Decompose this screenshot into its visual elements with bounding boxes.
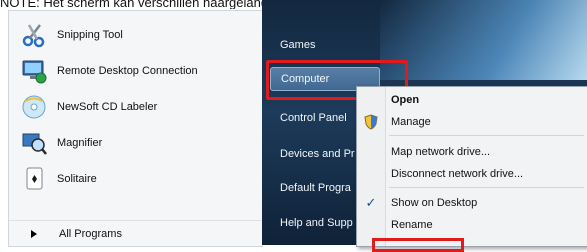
places-label: Default Progra — [280, 182, 351, 194]
menu-item-open[interactable]: Open — [357, 89, 587, 111]
cd-icon — [19, 92, 49, 122]
program-label: Snipping Tool — [57, 29, 123, 41]
start-menu: Snipping Tool Remote Desktop Connection — [0, 0, 587, 252]
remote-desktop-icon — [19, 56, 49, 86]
program-solitaire[interactable]: Solitaire — [9, 161, 263, 197]
places-label: Devices and Pr — [280, 148, 355, 160]
menu-item-label: Manage — [391, 116, 431, 128]
menu-item-label: Rename — [391, 219, 433, 231]
magnifier-icon — [19, 128, 49, 158]
playing-card-icon — [19, 164, 49, 194]
menu-item-label: Disconnect network drive... — [391, 168, 524, 180]
program-label: Solitaire — [57, 173, 97, 185]
menu-item-map-drive[interactable]: Map network drive... — [357, 141, 587, 163]
menu-item-manage[interactable]: Manage — [357, 111, 587, 133]
places-label: Control Panel — [280, 112, 347, 124]
menu-item-label: Show on Desktop — [391, 197, 478, 209]
triangle-right-icon — [31, 230, 37, 238]
program-label: Magnifier — [57, 137, 103, 149]
places-label: Help and Supp — [280, 217, 353, 229]
program-cd-labeler[interactable]: NewSoft CD Labeler — [9, 89, 263, 125]
programs-pane: Snipping Tool Remote Desktop Connection — [8, 10, 263, 247]
menu-item-disconnect-drive[interactable]: Disconnect network drive... — [357, 163, 587, 185]
menu-separator — [389, 187, 584, 188]
menu-item-show-on-desktop[interactable]: ✓ Show on Desktop — [357, 192, 587, 214]
places-item-games[interactable]: Games — [270, 33, 380, 57]
program-label: NewSoft CD Labeler — [57, 101, 158, 113]
all-programs-label: All Programs — [59, 228, 122, 240]
shield-icon — [363, 114, 379, 130]
highlight-box-properties — [372, 238, 464, 252]
program-remote-desktop[interactable]: Remote Desktop Connection — [9, 53, 263, 89]
menu-item-label: Open — [391, 94, 420, 106]
menu-separator — [389, 135, 584, 136]
program-label: Remote Desktop Connection — [57, 65, 198, 77]
menu-item-label: Map network drive... — [391, 146, 491, 158]
wallpaper-glow — [380, 0, 587, 80]
places-label: Games — [280, 39, 316, 51]
checkmark-icon: ✓ — [365, 195, 377, 210]
program-snipping-tool[interactable]: Snipping Tool — [9, 17, 263, 53]
menu-item-rename[interactable]: Rename — [357, 214, 587, 236]
context-menu: Open Manage Map network drive... Disconn… — [356, 86, 587, 247]
program-magnifier[interactable]: Magnifier — [9, 125, 263, 161]
scissors-icon — [19, 20, 49, 50]
all-programs-item[interactable]: All Programs — [9, 220, 263, 247]
